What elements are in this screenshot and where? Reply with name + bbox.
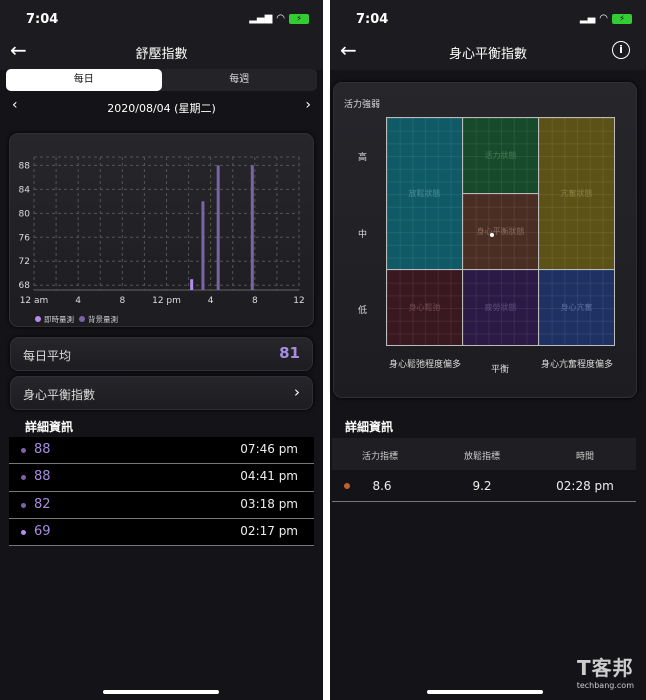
stress-value: 82 xyxy=(34,496,51,512)
list-item[interactable]: 88 04:41 pm xyxy=(9,464,314,492)
balance-grid-card: 活力強弱 高 中 低 放鬆狀態 活力狀態 亢奮狀態 身心平衡狀態 身心鬆弛 疲勞… xyxy=(333,82,637,398)
zone-relaxed: 放鬆狀態 xyxy=(386,117,463,270)
measurement-point xyxy=(490,233,494,237)
time-value: 02:17 pm xyxy=(240,523,298,538)
zone-excited: 亢奮狀態 xyxy=(538,117,615,270)
x-tick-label: 8 xyxy=(119,296,125,306)
x-tick-label: 12 am xyxy=(20,296,49,306)
x-tick-label: 12 pm xyxy=(152,296,181,306)
stress-value: 88 xyxy=(34,469,51,485)
wifi-icon: ◠ xyxy=(276,13,285,24)
x-tick-label: 12 xyxy=(293,296,304,306)
status-time: 7:04 xyxy=(26,12,59,27)
x-tick-label: 8 xyxy=(252,296,258,306)
tab-weekly[interactable]: 每週 xyxy=(162,69,318,91)
balance-index-label: 身心平衡指數 xyxy=(23,388,96,402)
relax-value: 9.2 xyxy=(472,479,492,493)
status-time: 7:04 xyxy=(356,12,389,27)
time-value: 04:41 pm xyxy=(240,469,298,484)
home-indicator[interactable] xyxy=(103,690,219,694)
header-time: 時間 xyxy=(575,452,594,462)
y-tick-label: 88 xyxy=(19,161,31,171)
status-icons: ▂▄▆ ◠ ⚡ xyxy=(249,13,309,24)
legend-label: 背景量測 xyxy=(88,314,118,324)
y-tick-label: 76 xyxy=(19,233,31,243)
y-tick-label: 80 xyxy=(19,209,31,219)
page-title: 舒壓指數 xyxy=(135,47,188,62)
header: 7:04 ▂▄ ◠ ⚡ ← 身心平衡指數 i xyxy=(330,0,646,70)
x-label-relaxed: 身心鬆弛程度偏多 xyxy=(388,360,461,370)
balance-index-link[interactable]: 身心平衡指數 › xyxy=(10,376,313,410)
list-item[interactable]: 88 07:46 pm xyxy=(9,437,314,465)
bullet-icon xyxy=(21,502,26,508)
next-date-chevron-icon[interactable]: › xyxy=(305,97,311,113)
header-vitality: 活力指標 xyxy=(361,452,398,462)
zone-vital: 活力狀態 xyxy=(462,117,539,194)
table-header: 活力指標 放鬆指標 時間 xyxy=(332,438,636,470)
time-value: 07:46 pm xyxy=(240,442,298,456)
y-tick-label: 68 xyxy=(19,281,31,291)
daily-average-value: 81 xyxy=(279,344,300,362)
zone-loose: 身心鬆弛 xyxy=(386,269,463,346)
signal-icon: ▂▄▆ xyxy=(249,13,273,24)
details-title: 詳細資訊 xyxy=(25,420,74,434)
table-row[interactable]: 8.6 9.2 02:28 pm xyxy=(332,472,636,502)
zone-balanced: 身心平衡狀態 xyxy=(462,193,539,270)
bullet-icon xyxy=(21,448,26,453)
tab-daily[interactable]: 每日 xyxy=(6,69,162,91)
legend-marker xyxy=(79,316,85,322)
bar xyxy=(216,165,220,290)
vitality-value: 8.6 xyxy=(372,479,392,493)
info-icon[interactable]: i xyxy=(612,41,630,59)
y-label-mid: 中 xyxy=(358,230,368,240)
x-label-excited: 身心亢奮程度偏多 xyxy=(540,360,613,370)
y-label-low: 低 xyxy=(358,306,368,316)
stress-bar-chart: 68 72 76 80 84 88 12 am 4 8 12 pm 4 8 12 即時量測 背景量測 xyxy=(19,156,305,324)
x-tick-label: 4 xyxy=(208,296,214,306)
bar xyxy=(250,165,254,290)
stress-value: 88 xyxy=(34,442,51,457)
stress-value: 69 xyxy=(34,523,51,539)
x-tick-label: 4 xyxy=(75,296,81,306)
x-label-balance: 平衡 xyxy=(490,365,509,375)
signal-icon: ▂▄ xyxy=(579,13,596,24)
legend-label: 即時量測 xyxy=(44,314,74,324)
battery-icon: ⚡ xyxy=(612,13,632,24)
list-item[interactable]: 69 02:17 pm xyxy=(9,519,314,547)
page-title: 身心平衡指數 xyxy=(448,47,527,62)
details-list: 88 07:46 pm 88 04:41 pm 82 03:18 pm 69 02:17… xyxy=(9,437,314,547)
time-value: 02:28 pm xyxy=(556,479,614,493)
battery-icon: ⚡ xyxy=(289,13,309,24)
y-tick-label: 84 xyxy=(19,185,31,195)
bar xyxy=(201,201,205,290)
zone-hyper: 身心亢奮 xyxy=(538,269,615,346)
watermark-logo: T客邦 techbang.com xyxy=(576,656,634,690)
zone-fatigue: 疲勞狀態 xyxy=(462,269,539,346)
y-label-high: 高 xyxy=(358,153,368,163)
legend-marker xyxy=(35,316,41,322)
wifi-icon: ◠ xyxy=(599,13,608,24)
balance-index-screen: 7:04 ▂▄ ◠ ⚡ ← 身心平衡指數 i 活力強弱 高 中 低 放鬆狀態 活力狀… xyxy=(330,0,646,700)
daily-average-card: 每日平均 81 xyxy=(10,337,313,371)
daily-average-label: 每日平均 xyxy=(23,349,72,363)
date-label: 2020/08/04 (星期二) xyxy=(107,102,216,115)
chevron-right-icon: › xyxy=(294,383,300,401)
header: 7:04 ▂▄▆ ◠ ⚡ ← 舒壓指數 xyxy=(0,0,323,70)
period-tabs: 每日 每週 xyxy=(6,69,317,91)
details-title: 詳細資訊 xyxy=(345,420,394,434)
bullet-icon xyxy=(21,475,26,481)
time-value: 03:18 pm xyxy=(240,496,298,511)
y-tick-label: 72 xyxy=(19,257,30,267)
home-indicator[interactable] xyxy=(427,690,543,694)
stress-index-screen: 7:04 ▂▄▆ ◠ ⚡ ← 舒壓指數 每日 每週 ‹ 2020/08/04 (星期… xyxy=(0,0,323,700)
status-icons: ▂▄ ◠ ⚡ xyxy=(580,13,632,24)
bar xyxy=(190,279,194,290)
header-relax: 放鬆指標 xyxy=(463,452,500,462)
list-item[interactable]: 82 03:18 pm xyxy=(9,492,314,519)
y-axis-title: 活力強弱 xyxy=(344,100,381,110)
stress-chart-card: 68 72 76 80 84 88 12 am 4 8 12 pm 4 8 12 即時量測 背景量測 xyxy=(9,133,314,327)
bullet-icon xyxy=(21,529,26,535)
